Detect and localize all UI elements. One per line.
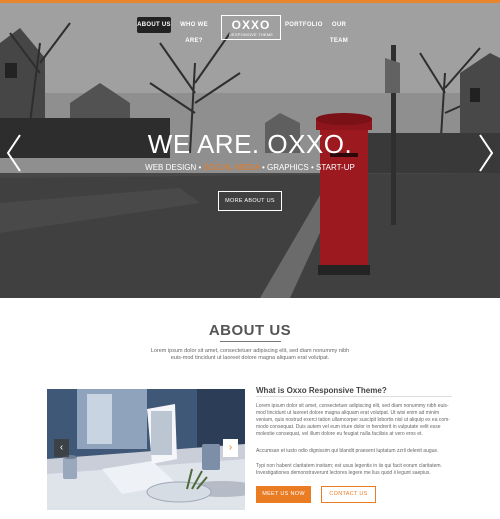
tag-graphics-startup: GRAPHICS • START-UP bbox=[266, 163, 355, 172]
feature-paragraph-1: Lorem ipsum dolor sit amet, consectetuer… bbox=[256, 403, 450, 437]
tag-web-design: WEB DESIGN bbox=[145, 163, 197, 172]
main-nav: ABOUT US WHO WE ARE? OXXO RESPONSIVE THE… bbox=[0, 15, 500, 44]
feature-paragraph-3: Typi non habent claritatem insitam; est … bbox=[256, 463, 442, 476]
nav-item-who-we-are[interactable]: WHO WE ARE? bbox=[174, 17, 214, 44]
tag-social-media: SOCIAL MEDIA bbox=[203, 163, 260, 172]
nav-item-our-team[interactable]: OUR TEAM bbox=[323, 17, 355, 44]
tag-separator: • bbox=[259, 163, 267, 172]
logo-subtitle: RESPONSIVE THEME bbox=[228, 32, 274, 37]
feature-title: What is Oxxo Responsive Theme? bbox=[256, 386, 387, 395]
hero-title: WE ARE. OXXO. bbox=[147, 129, 353, 159]
laptop-desk-photo bbox=[47, 389, 245, 510]
contact-us-button[interactable]: CONTACT US bbox=[321, 486, 376, 503]
about-underline bbox=[220, 341, 281, 342]
meet-us-now-button[interactable]: MEET US NOW bbox=[256, 486, 311, 503]
feature-paragraph-2: Accumsan et iusto odio dignissim qui bla… bbox=[256, 448, 439, 454]
hero-tagline: WEB DESIGN • SOCIAL MEDIA • GRAPHICS • S… bbox=[0, 163, 500, 172]
image-slider: ‹ › bbox=[47, 389, 245, 510]
hero-section: ABOUT US WHO WE ARE? OXXO RESPONSIVE THE… bbox=[0, 3, 500, 298]
chevron-left-icon: ‹ bbox=[59, 442, 64, 453]
slider-prev-arrow[interactable]: ‹ bbox=[54, 439, 69, 457]
logo-title: OXXO bbox=[231, 18, 271, 32]
about-heading: ABOUT US bbox=[208, 322, 292, 339]
slider-next-arrow[interactable]: › bbox=[223, 439, 238, 457]
chevron-right-icon: › bbox=[228, 442, 233, 453]
nav-item-portfolio[interactable]: PORTFOLIO bbox=[285, 17, 322, 33]
about-text: Lorem ipsum dolor sit amet, consectetuer… bbox=[150, 348, 350, 361]
feature-divider bbox=[256, 396, 452, 397]
more-about-us-button[interactable]: MORE ABOUT US bbox=[218, 191, 282, 211]
tag-separator: • bbox=[196, 163, 204, 172]
nav-item-about-us[interactable]: ABOUT US bbox=[137, 17, 171, 33]
logo[interactable]: OXXO RESPONSIVE THEME bbox=[221, 15, 281, 40]
